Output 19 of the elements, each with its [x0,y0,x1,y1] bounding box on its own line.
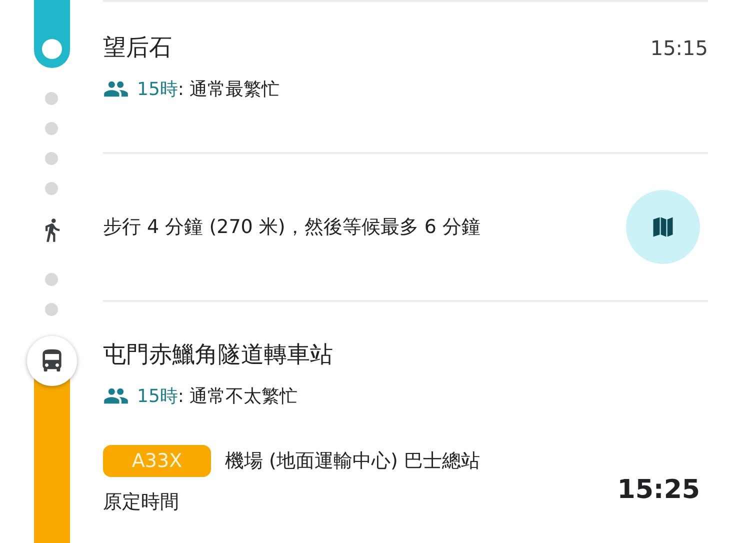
crowd-status: : 通常最繁忙 [178,78,280,101]
crowd-hour: 15時 [137,385,178,408]
timeline-dot [45,122,58,135]
timeline-dot [45,303,58,316]
stop-name: 屯門赤鱲角隧道轉車站 [103,341,334,370]
timeline-dot [45,273,58,286]
crowd-status: : 通常不太繁忙 [178,385,298,408]
crowd-hour: 15時 [137,78,178,101]
timeline-dot [45,182,58,195]
timeline-start-marker [34,0,70,68]
schedule-label: 原定時間 [103,490,180,515]
departure-time: 15:25 [617,475,700,505]
timeline-dot [45,152,58,165]
route-destination: 機場 (地面運輸中心) 巴士總站 [225,449,480,474]
timeline-dot [45,92,58,105]
route-badge: A33X [103,445,211,477]
walk-instructions: 步行 4 分鐘 (270 米)，然後等候最多 6 分鐘 [103,215,481,240]
arrival-time: 15:15 [650,35,708,62]
stop-name: 望后石 [103,34,172,63]
